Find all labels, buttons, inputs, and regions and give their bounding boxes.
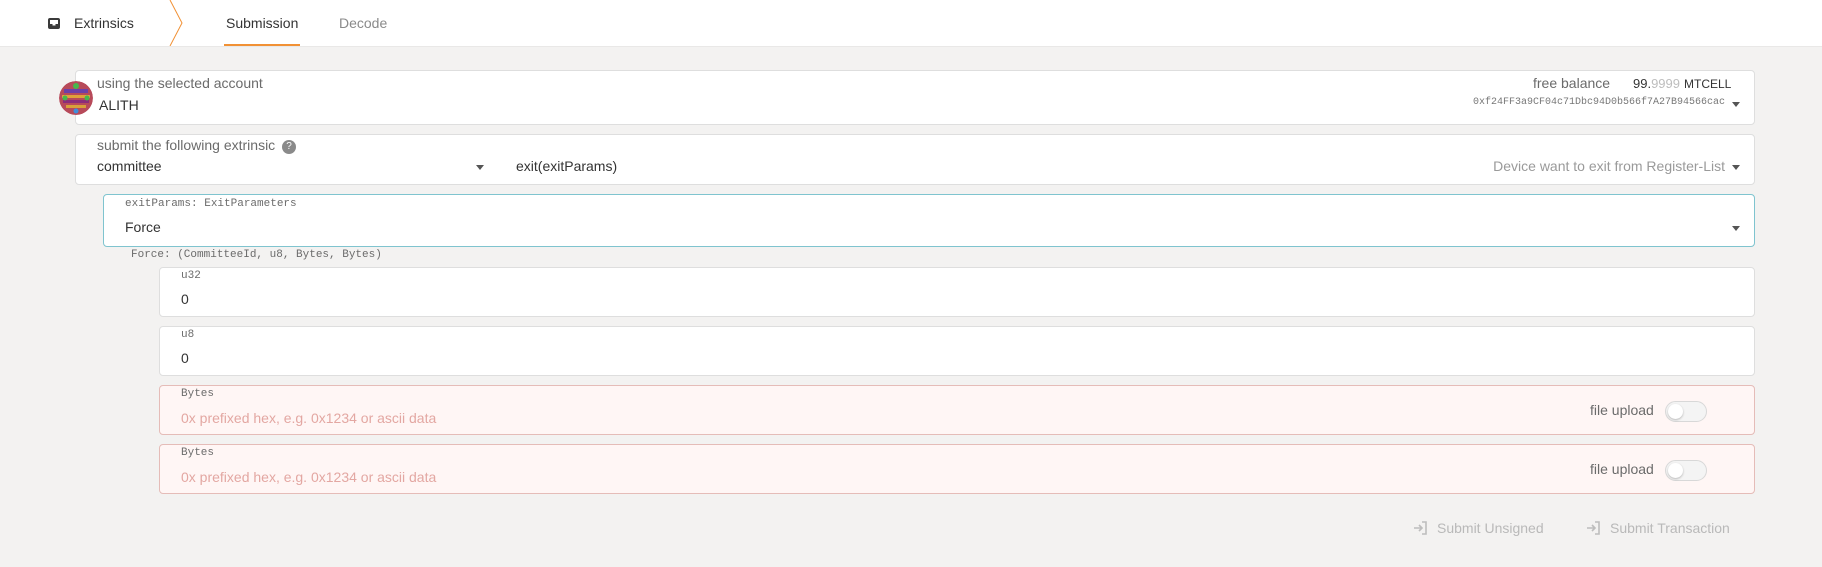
inbox-icon <box>46 15 62 31</box>
submit-transaction-label: Submit Transaction <box>1610 520 1730 536</box>
file-upload-toggle-1[interactable] <box>1665 401 1707 422</box>
account-avatar <box>59 81 93 115</box>
file-upload-toggle-2[interactable] <box>1665 460 1707 481</box>
top-nav-bar: Extrinsics Submission Decode <box>0 0 1822 47</box>
chevron-down-icon <box>1732 226 1740 231</box>
breadcrumb-chevron-icon <box>169 0 183 46</box>
app-menu-extrinsics[interactable]: Extrinsics <box>46 0 134 46</box>
method-description: Device want to exit from Register-List <box>1493 158 1725 174</box>
extrinsic-label: submit the following extrinsic ? <box>97 137 297 154</box>
submit-unsigned-label: Submit Unsigned <box>1437 520 1544 536</box>
u32-label: u32 <box>181 270 201 282</box>
help-icon[interactable]: ? <box>282 140 297 154</box>
account-address: 0xf24FF3a9CF04c71Dbc94D0b566f7A27B94566c… <box>1472 97 1725 108</box>
bytes-placeholder-2: 0x prefixed hex, e.g. 0x1234 or ascii da… <box>181 469 437 485</box>
section-value: committee <box>97 158 162 174</box>
chevron-down-icon <box>1732 165 1740 170</box>
exit-params-label: exitParams: ExitParameters <box>125 198 297 210</box>
bytes-field-1[interactable]: Bytes 0x prefixed hex, e.g. 0x1234 or as… <box>159 385 1755 435</box>
bytes-placeholder-1: 0x prefixed hex, e.g. 0x1234 or ascii da… <box>181 410 437 426</box>
force-signature: Force: (CommitteeId, u8, Bytes, Bytes) <box>131 249 382 261</box>
free-balance-value: 99.9999 MTCELL <box>1633 76 1731 91</box>
chevron-down-icon <box>476 165 484 170</box>
bytes-label-1: Bytes <box>181 388 215 400</box>
sign-in-icon <box>1414 521 1427 535</box>
tab-decode[interactable]: Decode <box>339 0 387 46</box>
file-upload-label-2: file upload <box>1590 461 1654 477</box>
balance-unit: MTCELL <box>1684 77 1732 91</box>
submit-transaction-button[interactable]: Submit Transaction <box>1586 520 1730 536</box>
bytes-label-2: Bytes <box>181 447 215 459</box>
section-dropdown[interactable]: committee <box>76 153 496 185</box>
balance-fraction: 9999 <box>1651 76 1680 91</box>
extrinsic-selector: submit the following extrinsic ? committ… <box>75 134 1755 185</box>
account-name: ALITH <box>99 97 139 113</box>
u8-label: u8 <box>181 329 195 341</box>
sign-in-icon <box>1587 521 1600 535</box>
method-value: exit(exitParams) <box>516 158 618 174</box>
u8-field[interactable]: u8 0 <box>159 326 1755 376</box>
method-dropdown[interactable]: exit(exitParams) Device want to exit fro… <box>496 153 1754 185</box>
extrinsic-label-text: submit the following extrinsic <box>97 137 276 153</box>
chevron-down-icon <box>1732 102 1740 107</box>
exit-params-value: Force <box>125 219 161 235</box>
u32-field[interactable]: u32 0 <box>159 267 1755 317</box>
submit-unsigned-button[interactable]: Submit Unsigned <box>1413 520 1544 536</box>
free-balance-label: free balance <box>1533 75 1611 91</box>
u8-value: 0 <box>181 350 189 366</box>
app-title: Extrinsics <box>74 15 134 31</box>
account-selector[interactable]: using the selected account ALITH free ba… <box>75 70 1755 125</box>
tab-submission[interactable]: Submission <box>223 0 301 46</box>
file-upload-label-1: file upload <box>1590 402 1654 418</box>
account-label: using the selected account <box>97 75 263 91</box>
exit-params-dropdown[interactable]: exitParams: ExitParameters Force <box>103 194 1755 247</box>
u32-value: 0 <box>181 291 189 307</box>
balance-integer: 99. <box>1633 76 1652 91</box>
bytes-field-2[interactable]: Bytes 0x prefixed hex, e.g. 0x1234 or as… <box>159 444 1755 494</box>
